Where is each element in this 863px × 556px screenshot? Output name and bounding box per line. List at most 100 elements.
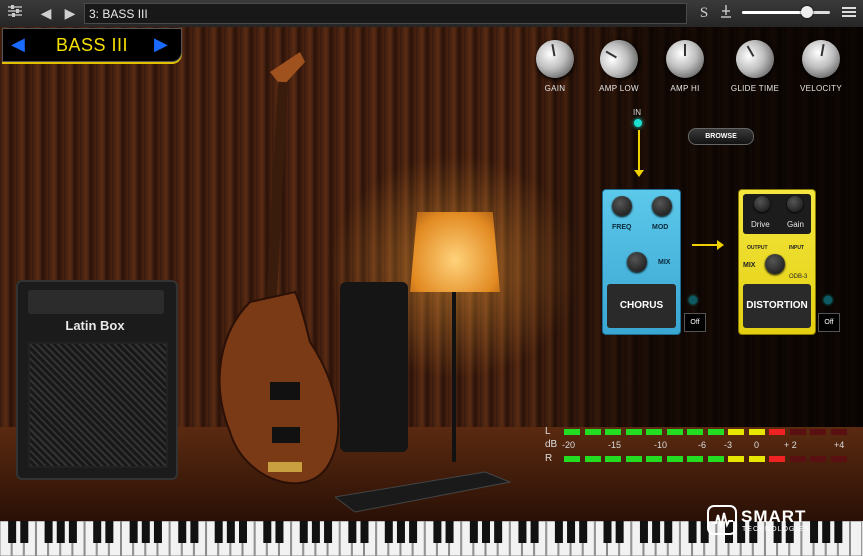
black-key[interactable] bbox=[518, 521, 527, 543]
amp-low-label: AMP LOW bbox=[599, 84, 639, 93]
volume-slider[interactable] bbox=[742, 6, 830, 18]
floor-lamp-stand bbox=[452, 292, 456, 462]
black-key[interactable] bbox=[44, 521, 53, 543]
black-key[interactable] bbox=[190, 521, 199, 543]
black-key[interactable] bbox=[239, 521, 247, 543]
black-key[interactable] bbox=[603, 521, 612, 543]
black-key[interactable] bbox=[445, 521, 454, 543]
left-meter-segment bbox=[666, 429, 683, 435]
black-key[interactable] bbox=[664, 521, 673, 543]
velocity-label: VELOCITY bbox=[800, 84, 842, 93]
distortion-footswitch[interactable]: DISTORTION bbox=[743, 284, 811, 328]
right-meter-segment bbox=[769, 456, 785, 462]
left-meter-segment bbox=[584, 429, 601, 435]
distortion-control-panel: Drive Gain bbox=[743, 194, 811, 234]
chorus-toggle-button[interactable]: Off bbox=[684, 313, 706, 332]
black-key[interactable] bbox=[178, 521, 187, 543]
glide-time-knob[interactable] bbox=[729, 33, 781, 85]
black-key[interactable] bbox=[494, 521, 503, 543]
black-key[interactable] bbox=[105, 521, 114, 543]
right-meter-segment bbox=[584, 456, 601, 462]
chorus-mix-knob[interactable] bbox=[627, 252, 647, 272]
level-meter: L dB R -20 -15 -10 -6 -3 0 + 2 +4 bbox=[538, 425, 850, 469]
black-key[interactable] bbox=[396, 521, 405, 543]
black-key[interactable] bbox=[153, 521, 162, 543]
white-key[interactable] bbox=[850, 521, 863, 556]
black-key[interactable] bbox=[639, 521, 648, 543]
black-key[interactable] bbox=[409, 521, 418, 543]
left-meter-segment bbox=[728, 429, 744, 435]
black-key[interactable] bbox=[615, 521, 624, 543]
menu-icon[interactable] bbox=[841, 4, 857, 22]
signal-arrow-down bbox=[638, 130, 640, 172]
volume-knob[interactable] bbox=[801, 6, 814, 18]
left-meter-segment bbox=[625, 429, 642, 435]
prev-preset-arrow-icon[interactable]: ◀ bbox=[11, 33, 25, 55]
distortion-pedal: Drive Gain OUTPUT INPUT MIX ODB-3 DISTOR… bbox=[738, 189, 816, 335]
black-key[interactable] bbox=[299, 521, 308, 543]
s-button[interactable]: S bbox=[696, 4, 712, 22]
left-meter-segment bbox=[769, 429, 785, 435]
brand-name: SMART bbox=[741, 507, 807, 526]
black-key[interactable] bbox=[93, 521, 102, 543]
black-key[interactable] bbox=[56, 521, 65, 543]
black-key[interactable] bbox=[360, 521, 369, 543]
glide-time-knob-group: GLIDE TIME bbox=[729, 33, 781, 93]
chorus-freq-knob[interactable] bbox=[612, 196, 632, 216]
distortion-gain-knob[interactable] bbox=[787, 196, 803, 212]
glide-time-label: GLIDE TIME bbox=[730, 84, 780, 93]
black-key[interactable] bbox=[226, 521, 235, 543]
black-key[interactable] bbox=[20, 521, 29, 543]
chorus-footswitch[interactable]: CHORUS bbox=[607, 284, 676, 328]
black-key[interactable] bbox=[263, 521, 272, 543]
black-key[interactable] bbox=[68, 521, 77, 543]
chorus-mod-label: MOD bbox=[652, 224, 669, 231]
right-meter-segment bbox=[605, 456, 621, 462]
distortion-gain-label: Gain bbox=[787, 220, 804, 229]
black-key[interactable] bbox=[384, 521, 393, 543]
chorus-mod-knob[interactable] bbox=[652, 196, 672, 216]
preset-selector[interactable]: 3: BASS III bbox=[84, 3, 687, 24]
next-preset-arrow-icon[interactable]: ▶ bbox=[154, 33, 168, 55]
black-key[interactable] bbox=[469, 521, 478, 543]
settings-sliders-icon[interactable] bbox=[6, 4, 24, 22]
black-key[interactable] bbox=[214, 521, 223, 543]
black-key[interactable] bbox=[129, 521, 138, 543]
black-key[interactable] bbox=[324, 521, 333, 543]
distortion-input-label: INPUT bbox=[789, 245, 804, 251]
black-key[interactable] bbox=[688, 521, 697, 543]
signal-arrow-right bbox=[692, 244, 718, 246]
left-meter-segment bbox=[687, 429, 703, 435]
amp-control-panel bbox=[28, 290, 164, 314]
black-key[interactable] bbox=[530, 521, 539, 543]
volume-fill bbox=[742, 11, 808, 14]
meter-scale-tick: -15 bbox=[608, 440, 622, 450]
left-meter-segment bbox=[810, 429, 826, 435]
black-key[interactable] bbox=[652, 521, 661, 543]
right-meter-segment bbox=[625, 456, 642, 462]
distortion-mix-knob[interactable] bbox=[765, 254, 785, 274]
velocity-knob[interactable] bbox=[798, 36, 844, 82]
amp-hi-knob[interactable] bbox=[666, 40, 704, 78]
tuner-icon[interactable] bbox=[718, 4, 734, 22]
black-key[interactable] bbox=[554, 521, 563, 543]
black-key[interactable] bbox=[348, 521, 357, 543]
black-key[interactable] bbox=[567, 521, 576, 543]
distortion-mix-label: MIX bbox=[743, 262, 756, 269]
black-key[interactable] bbox=[311, 521, 320, 543]
black-key[interactable] bbox=[433, 521, 442, 543]
black-key[interactable] bbox=[482, 521, 490, 543]
gain-knob[interactable] bbox=[532, 36, 578, 82]
distortion-drive-knob[interactable] bbox=[754, 196, 770, 212]
browse-button[interactable]: BROWSE bbox=[688, 128, 754, 145]
previous-preset-icon[interactable]: ◀ bbox=[38, 4, 54, 22]
next-preset-icon[interactable]: ▶ bbox=[62, 4, 78, 22]
black-key[interactable] bbox=[141, 521, 150, 543]
smart-logo-icon bbox=[707, 505, 737, 535]
black-key[interactable] bbox=[275, 521, 284, 543]
black-key[interactable] bbox=[8, 521, 17, 543]
amp-low-knob[interactable] bbox=[593, 33, 645, 85]
black-key[interactable] bbox=[579, 521, 588, 543]
gain-label: GAIN bbox=[544, 84, 566, 93]
distortion-toggle-button[interactable]: Off bbox=[818, 313, 840, 332]
